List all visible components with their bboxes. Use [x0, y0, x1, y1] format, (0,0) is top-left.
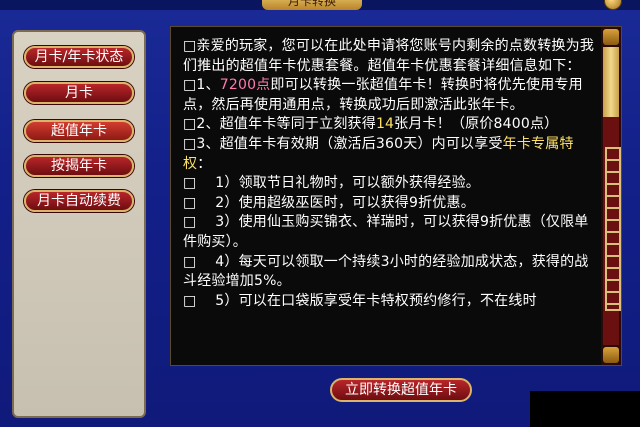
convert-annual-card-button[interactable]: 立即转换超值年卡 [330, 378, 472, 402]
scroll-thumb[interactable] [603, 47, 619, 117]
sidebar-item-mortgage-card[interactable]: 按揭年卡 [24, 155, 134, 177]
rule-1-points: 7200点 [219, 77, 271, 94]
window-title: 月卡转换 [262, 0, 362, 10]
corner-mask [530, 391, 640, 427]
scroll-decoration [605, 147, 621, 311]
intro-paragraph: □亲爱的玩家，您可以在此处申请将您账号内剩余的点数转换为我们推出的超值年卡优惠套… [183, 38, 595, 74]
benefit-5: □ 5）可以在口袋版享受年卡特权预约修行，不在线时 [183, 292, 537, 309]
benefit-1: □ 1）领取节日礼物时，可以额外获得经验。 [183, 175, 480, 192]
rule-2: □2、超值年卡等同于立刻获得14张月卡！（原价8400点） [183, 115, 598, 135]
benefit-3: □ 3）使用仙玉购买锦衣、祥瑞时，可以获得9折优惠（仅限单件购买）。 [183, 214, 589, 250]
benefit-4: □ 4）每天可以领取一个持续3小时的经验加成状态，获得的战斗经验增加5%。 [183, 253, 589, 290]
sidebar-item-auto-renew[interactable]: 月卡自动续费 [24, 190, 134, 212]
annual-card-window: 月卡转换 月卡/年卡状态 月卡 超值年卡 按揭年卡 月卡自动续费 □亲爱的玩家，… [0, 0, 640, 427]
scroll-track[interactable] [603, 47, 621, 345]
scroll-up-icon[interactable] [603, 29, 619, 45]
sidebar: 月卡/年卡状态 月卡 超值年卡 按揭年卡 月卡自动续费 [12, 30, 146, 418]
info-panel: □亲爱的玩家，您可以在此处申请将您账号内剩余的点数转换为我们推出的超值年卡优惠套… [170, 26, 622, 366]
rule-2-count: 14 [375, 116, 395, 133]
rule-3-prefix: □3、超值年卡有效期（激活后360天）内可以享受 [183, 135, 503, 152]
sidebar-item-card-status[interactable]: 月卡/年卡状态 [24, 46, 134, 68]
rule-2-prefix: □2、超值年卡等同于立刻获得 [183, 116, 376, 133]
scroll-down-icon[interactable] [603, 347, 619, 363]
sidebar-item-monthly-card[interactable]: 月卡 [24, 82, 134, 104]
rule-2-text: 张月卡！（原价8400点） [394, 116, 559, 133]
info-text: □亲爱的玩家，您可以在此处申请将您账号内剩余的点数转换为我们推出的超值年卡优惠套… [183, 37, 598, 311]
rule-3: □3、超值年卡有效期（激活后360天）内可以享受年卡专属特权： [183, 135, 598, 174]
sidebar-item-annual-card[interactable]: 超值年卡 [24, 120, 134, 142]
scrollbar[interactable] [601, 27, 621, 365]
rule-3-text: ： [197, 155, 212, 172]
rule-1-prefix: □1、 [183, 77, 220, 94]
rule-1: □1、7200点即可以转换一张超值年卡！转换时将优先使用专用点，然后再使用通用点… [183, 76, 598, 115]
benefit-2: □ 2）使用超级巫医时，可以获得9折优惠。 [183, 194, 475, 211]
